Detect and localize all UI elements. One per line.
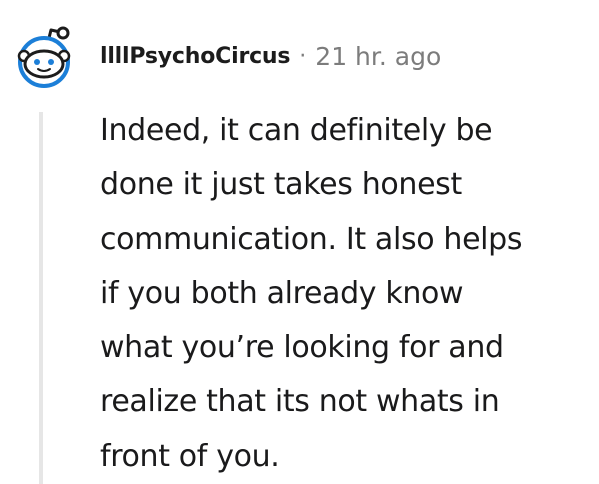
comment-body: Indeed, it can definitely be done it jus… <box>100 104 592 484</box>
comment-line: done it just takes honest <box>100 167 462 203</box>
comment-line: Indeed, it can definitely be <box>100 113 493 148</box>
thread-collapse-line[interactable] <box>39 112 43 484</box>
comment: llllPsychoCircus · 21 hr. ago Indeed, it… <box>0 0 599 484</box>
comment-line: if you both already know <box>100 275 464 311</box>
comment-line: front of you. <box>100 438 280 474</box>
comment-line: what you’re looking for and <box>100 330 504 366</box>
comment-header: llllPsychoCircus · 21 hr. ago <box>100 36 441 76</box>
avatar[interactable] <box>8 22 80 88</box>
comment-line: communication. It also helps <box>100 221 523 257</box>
username-link[interactable]: llllPsychoCircus <box>100 44 290 69</box>
meta-separator: · <box>299 43 307 69</box>
reddit-snoo-avatar-icon <box>17 26 71 88</box>
comment-line: realize that its not whats in <box>100 384 500 420</box>
timestamp[interactable]: 21 hr. ago <box>315 42 441 71</box>
